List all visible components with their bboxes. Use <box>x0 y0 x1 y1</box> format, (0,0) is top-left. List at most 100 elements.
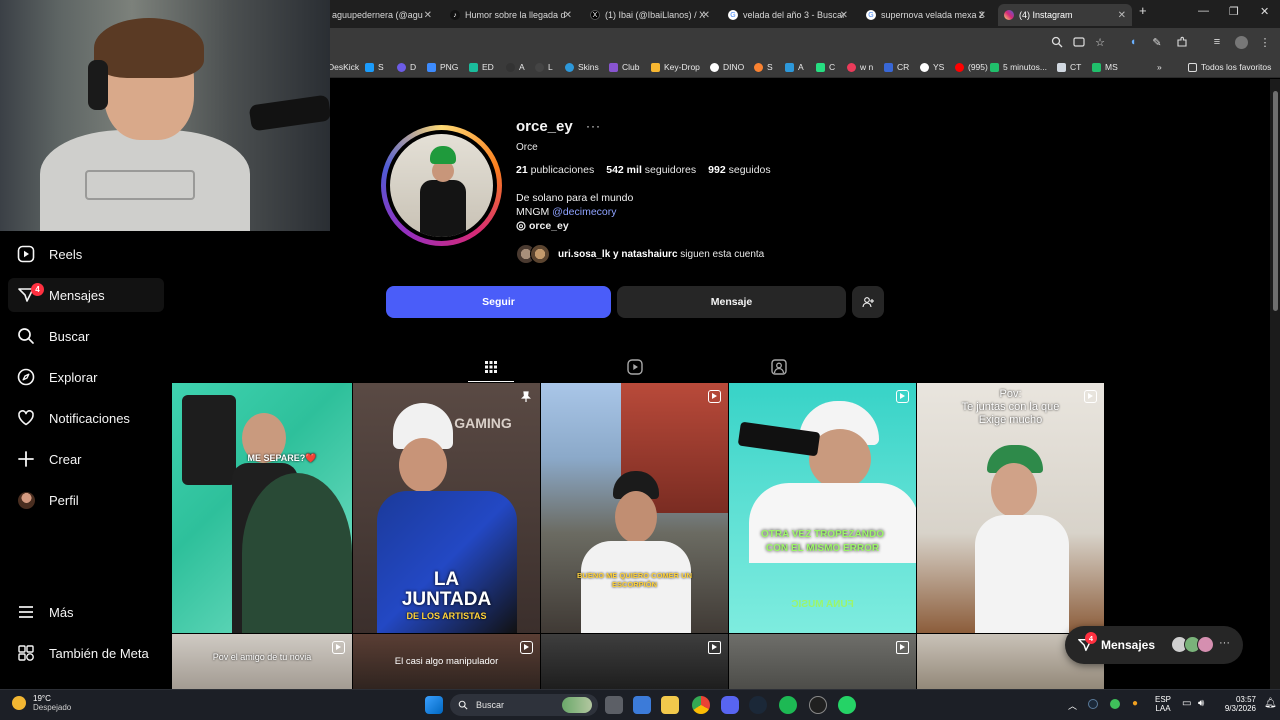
kebab-menu-icon[interactable]: ⋮ <box>1258 35 1272 49</box>
taskbar-search[interactable]: Buscar <box>450 694 598 716</box>
notifications-icon[interactable]: 🔔︎ <box>1264 698 1277 709</box>
follow-button[interactable]: Seguir <box>386 286 611 318</box>
close-tab-icon[interactable]: ✕ <box>564 10 572 21</box>
suggest-user-button[interactable] <box>852 286 884 318</box>
obs-icon[interactable] <box>809 696 827 714</box>
sidebar-item-mensajes[interactable]: 4 Mensajes <box>8 278 164 312</box>
restore-icon[interactable]: ❐ <box>1229 5 1239 18</box>
microphone-icon[interactable]: ● <box>1132 698 1138 709</box>
bookmark[interactable]: D <box>397 60 416 74</box>
weather-widget[interactable]: 19°C Despejado <box>12 694 71 712</box>
close-tab-icon[interactable]: ✕ <box>702 10 710 21</box>
puzzle-icon[interactable] <box>1175 35 1189 49</box>
bookmark[interactable]: A <box>506 60 525 74</box>
close-window-icon[interactable]: ✕ <box>1260 5 1269 18</box>
bookmark[interactable]: S <box>754 60 773 74</box>
tab-instagram[interactable]: (4) Instagram ✕ <box>998 4 1132 26</box>
sidebar-item-buscar[interactable]: Buscar <box>8 319 164 353</box>
post-tile[interactable]: Pov: Te juntas con la que Exige mucho <box>917 383 1104 633</box>
bookmark[interactable]: 5 minutos... <box>990 60 1047 74</box>
post-tile[interactable]: Pov el amigo de tu novia <box>172 634 352 689</box>
sidebar-item-explorar[interactable]: Explorar <box>8 360 164 394</box>
bookmark[interactable]: CT <box>1057 60 1081 74</box>
tab-velada[interactable]: G velada del año 3 - Buscar ✕ <box>722 4 854 26</box>
network-icon[interactable]: ▭ <box>1182 698 1191 709</box>
steam-tray-icon[interactable] <box>1088 699 1098 709</box>
windows-start-icon[interactable] <box>425 696 443 714</box>
extension-wave-icon[interactable]: ◖ <box>1126 35 1140 49</box>
tab-reels[interactable] <box>612 352 658 382</box>
followers-stat[interactable]: 542 mil seguidores <box>606 164 696 176</box>
whatsapp-icon[interactable] <box>838 696 856 714</box>
extension-icon[interactable]: ✎ <box>1150 35 1164 49</box>
profile-avatar-story-ring[interactable] <box>381 125 502 246</box>
tab-agu[interactable]: aguupedernera (@agu ✕ <box>326 4 438 26</box>
bookmark[interactable]: Club <box>609 60 639 74</box>
spotify-icon[interactable] <box>779 696 797 714</box>
discord-icon[interactable] <box>721 696 739 714</box>
zoom-icon[interactable] <box>1050 35 1064 49</box>
store-icon[interactable] <box>633 696 651 714</box>
sidebar-item-perfil[interactable]: Perfil <box>8 483 164 517</box>
sidebar-item-mas[interactable]: Más <box>8 595 164 629</box>
bookmark[interactable]: Skins <box>565 60 599 74</box>
threads-link[interactable]: orce_ey <box>516 220 569 232</box>
bio-mention-link[interactable]: @decimecory <box>552 206 616 218</box>
sidebar-item-tambien-de-meta[interactable]: También de Meta <box>8 636 164 670</box>
clock[interactable]: 03:57 9/3/2026 <box>1216 695 1256 713</box>
bookmark[interactable]: A <box>785 60 804 74</box>
file-explorer-icon[interactable] <box>661 696 679 714</box>
bookmark[interactable]: DesKick <box>328 60 359 74</box>
bookmark[interactable]: DINO <box>710 60 744 74</box>
bookmark[interactable]: PNG <box>427 60 458 74</box>
tab-tagged[interactable] <box>756 352 802 382</box>
post-tile[interactable] <box>729 634 916 689</box>
minimize-icon[interactable]: — <box>1198 5 1209 17</box>
all-favorites-folder[interactable]: Todos los favoritos <box>1188 60 1271 74</box>
bookmark[interactable]: S <box>365 60 384 74</box>
volume-icon[interactable]: 🔊︎ <box>1198 698 1204 709</box>
post-tile[interactable]: El casi algo manipulador <box>353 634 540 689</box>
show-hidden-icons[interactable]: ︿ <box>1068 699 1077 712</box>
sidebar-item-crear[interactable]: Crear <box>8 442 164 476</box>
post-tile[interactable]: BUENO ME QUIERO COMER UN ESCORPIÓN <box>541 383 728 633</box>
task-view-icon[interactable] <box>605 696 623 714</box>
install-app-icon[interactable] <box>1072 35 1086 49</box>
star-icon[interactable]: ☆ <box>1093 35 1107 49</box>
bookmark[interactable]: ED <box>469 60 494 74</box>
close-tab-icon[interactable]: ✕ <box>1118 10 1126 21</box>
bookmark[interactable]: CR <box>884 60 909 74</box>
bookmark[interactable]: (995) <box>955 60 988 74</box>
close-tab-icon[interactable]: ✕ <box>424 10 432 21</box>
page-scrollbar[interactable] <box>1270 79 1280 689</box>
message-button[interactable]: Mensaje <box>617 286 846 318</box>
post-tile[interactable]: ME SEPARE?❤️ <box>172 383 352 633</box>
floating-messages-button[interactable]: 4 Mensajes ··· <box>1065 626 1243 664</box>
bookmark[interactable]: L <box>535 60 553 74</box>
tab-supernova[interactable]: G supernova velada mexa 2 ✕ <box>860 4 992 26</box>
steam-icon[interactable] <box>749 696 767 714</box>
close-tab-icon[interactable]: ✕ <box>840 10 848 21</box>
bookmark[interactable]: w n <box>847 60 873 74</box>
followed-by[interactable]: uri.sosa_lk y natashaiurc siguen esta cu… <box>516 243 764 265</box>
post-tile[interactable]: OTRA VEZ TROPEZANDO CON EL MISMO ERROR F… <box>729 383 916 633</box>
tab-humor[interactable]: ♪ Humor sobre la llegada d ✕ <box>444 4 578 26</box>
sidebar-item-notificaciones[interactable]: Notificaciones <box>8 401 164 435</box>
chrome-icon[interactable] <box>692 696 710 714</box>
sidebar-item-reels[interactable]: Reels <box>8 237 164 271</box>
bookmark[interactable]: YS <box>920 60 944 74</box>
bookmark[interactable]: C <box>816 60 835 74</box>
language-indicator[interactable]: ESP LAA <box>1155 695 1171 713</box>
more-bookmarks-icon[interactable]: » <box>1157 60 1162 74</box>
bookmark[interactable]: Key-Drop <box>651 60 700 74</box>
close-tab-icon[interactable]: ✕ <box>978 10 986 21</box>
playlist-icon[interactable]: ≡ <box>1210 35 1224 49</box>
post-tile[interactable] <box>541 634 728 689</box>
post-tile[interactable]: GAMING LA JUNTADA DE LOS ARTISTAS <box>353 383 540 633</box>
tab-ibai[interactable]: X (1) Ibai (@IbaiLlanos) / X ✕ <box>584 4 716 26</box>
profile-avatar-icon[interactable] <box>1234 35 1248 49</box>
tray-status-icon[interactable] <box>1110 699 1120 709</box>
tab-posts[interactable] <box>468 352 514 382</box>
scrollbar-thumb[interactable] <box>1273 91 1278 311</box>
new-tab-button[interactable]: + <box>1139 3 1147 18</box>
